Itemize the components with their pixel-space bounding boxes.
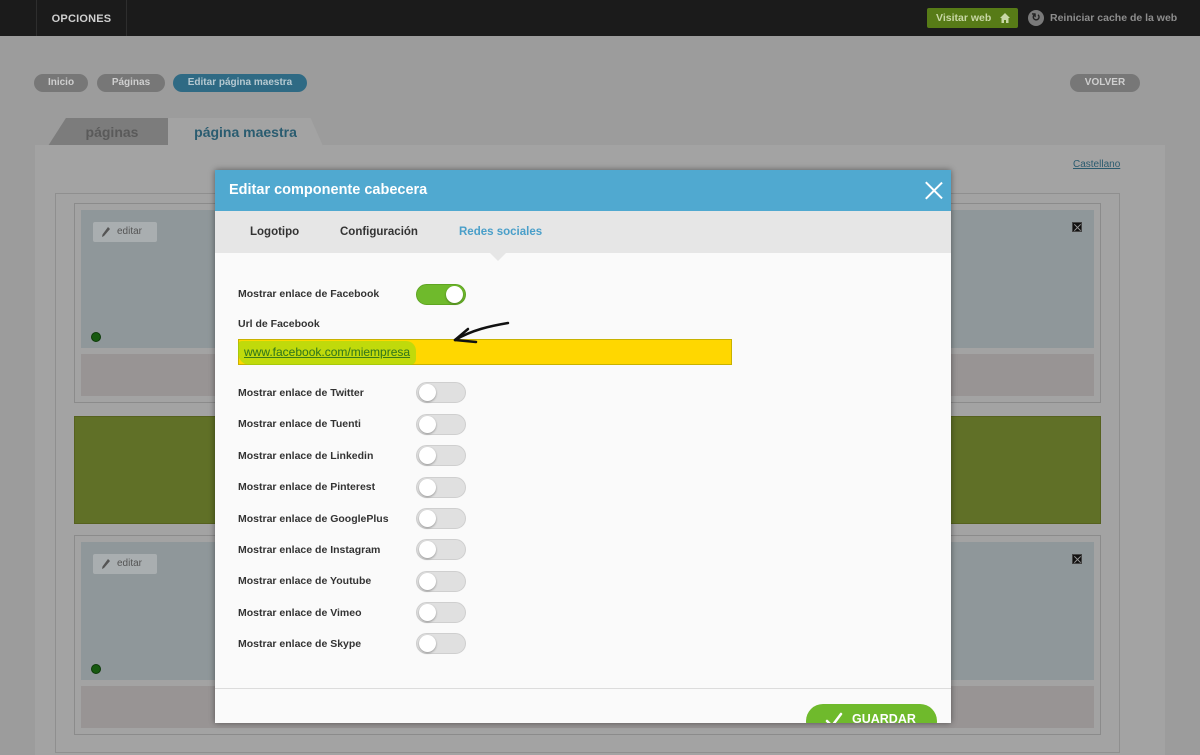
- edit-button[interactable]: editar: [93, 554, 157, 574]
- twitter-label: Mostrar enlace de Twitter: [238, 387, 364, 399]
- close-icon[interactable]: [1072, 554, 1082, 564]
- linkedin-label: Mostrar enlace de Linkedin: [238, 450, 374, 462]
- toggle-knob: [419, 384, 436, 401]
- twitter-toggle[interactable]: [416, 382, 466, 403]
- breadcrumb-edit-master[interactable]: Editar página maestra: [173, 74, 307, 92]
- status-dot: [91, 664, 101, 674]
- toggle-knob: [419, 604, 436, 621]
- visit-web-label: Visitar web: [936, 12, 992, 24]
- back-button[interactable]: VOLVER: [1070, 74, 1140, 92]
- edit-button[interactable]: editar: [93, 222, 157, 242]
- tuenti-toggle[interactable]: [416, 414, 466, 435]
- tab-pages[interactable]: páginas: [48, 118, 176, 146]
- googleplus-toggle[interactable]: [416, 508, 466, 529]
- vimeo-label: Mostrar enlace de Vimeo: [238, 607, 362, 619]
- skype-toggle[interactable]: [416, 633, 466, 654]
- edit-label: editar: [117, 226, 143, 237]
- toggle-knob: [419, 447, 436, 464]
- reset-cache-button[interactable]: ↻ Reiniciar cache de la web: [1028, 10, 1177, 26]
- top-bar: OPCIONES Visitar web ↻ Reiniciar cache d…: [0, 0, 1200, 36]
- toggle-knob: [419, 635, 436, 652]
- reset-cache-label: Reiniciar cache de la web: [1050, 12, 1178, 24]
- visit-web-button[interactable]: Visitar web: [927, 8, 1018, 28]
- toggle-knob: [419, 479, 436, 496]
- tab-logo[interactable]: Logotipo: [250, 211, 299, 253]
- toggle-knob: [446, 286, 463, 303]
- language-link[interactable]: Castellano: [1073, 159, 1120, 170]
- toggle-knob: [419, 510, 436, 527]
- facebook-toggle[interactable]: [416, 284, 466, 305]
- breadcrumb-home[interactable]: Inicio: [34, 74, 88, 92]
- facebook-url-input[interactable]: [238, 339, 732, 365]
- close-icon[interactable]: [1072, 222, 1082, 232]
- options-menu[interactable]: OPCIONES: [36, 0, 127, 36]
- pencil-icon: [102, 227, 110, 237]
- facebook-label: Mostrar enlace de Facebook: [238, 288, 380, 300]
- status-dot: [91, 332, 101, 342]
- facebook-url-label: Url de Facebook: [238, 318, 320, 330]
- modal-header: Editar componente cabecera: [215, 170, 951, 211]
- close-icon[interactable]: [924, 181, 943, 200]
- refresh-icon: ↻: [1028, 10, 1044, 26]
- active-tab-pointer: [490, 253, 506, 261]
- tab-social-networks[interactable]: Redes sociales: [459, 211, 542, 253]
- checkmark-icon: [825, 712, 843, 723]
- linkedin-toggle[interactable]: [416, 445, 466, 466]
- googleplus-label: Mostrar enlace de GooglePlus: [238, 513, 389, 525]
- modal-title: Editar componente cabecera: [229, 182, 428, 198]
- pencil-icon: [102, 559, 110, 569]
- home-icon: [1000, 13, 1010, 23]
- toggle-knob: [419, 573, 436, 590]
- edit-label: editar: [117, 558, 143, 569]
- vimeo-toggle[interactable]: [416, 602, 466, 623]
- youtube-toggle[interactable]: [416, 571, 466, 592]
- tuenti-label: Mostrar enlace de Tuenti: [238, 418, 361, 430]
- instagram-toggle[interactable]: [416, 539, 466, 560]
- instagram-label: Mostrar enlace de Instagram: [238, 544, 381, 556]
- modal-footer: GUARDAR: [215, 689, 951, 723]
- youtube-label: Mostrar enlace de Youtube: [238, 575, 372, 587]
- skype-label: Mostrar enlace de Skype: [238, 638, 362, 650]
- tab-master-page[interactable]: página maestra: [168, 118, 323, 146]
- modal-tabs: Logotipo Configuración Redes sociales: [215, 211, 951, 253]
- save-button[interactable]: GUARDAR: [806, 704, 937, 723]
- breadcrumb-pages[interactable]: Páginas: [97, 74, 165, 92]
- tab-configuration[interactable]: Configuración: [340, 211, 418, 253]
- pinterest-label: Mostrar enlace de Pinterest: [238, 481, 376, 493]
- toggle-knob: [419, 416, 436, 433]
- pinterest-toggle[interactable]: [416, 477, 466, 498]
- toggle-knob: [419, 541, 436, 558]
- save-label: GUARDAR: [852, 712, 916, 723]
